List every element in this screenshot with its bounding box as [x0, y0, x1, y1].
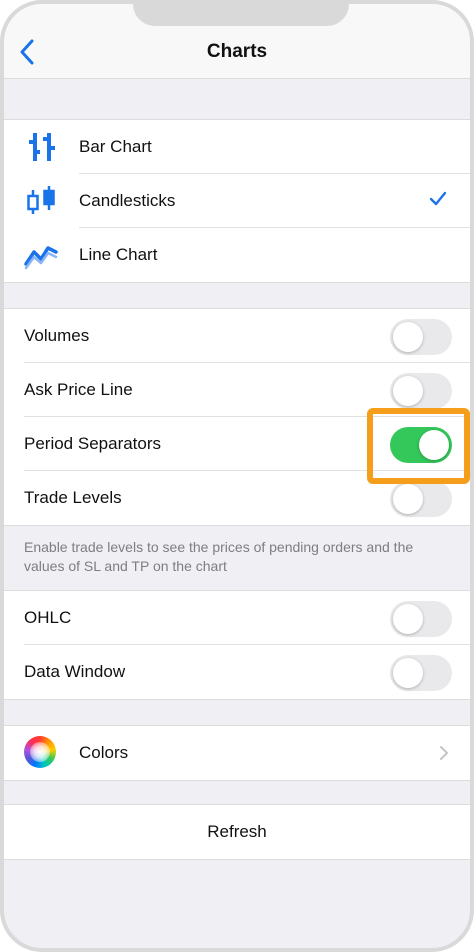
ohlc-toggle[interactable]: [390, 601, 452, 637]
refresh-group: Refresh: [4, 804, 470, 860]
highlight-box: [367, 408, 470, 484]
toggle-knob: [393, 322, 423, 352]
bar-chart-icon: [29, 133, 55, 161]
setting-label: Ask Price Line: [24, 380, 133, 399]
setting-label: Period Separators: [24, 434, 162, 453]
setting-label: Trade Levels: [24, 488, 122, 507]
colors-label: Colors: [79, 743, 129, 762]
colors-row[interactable]: Colors: [4, 726, 470, 780]
colors-group: Colors: [4, 725, 470, 781]
setting-label: Volumes: [24, 326, 90, 345]
refresh-button[interactable]: Refresh: [4, 805, 470, 859]
chart-type-label: Bar Chart: [79, 137, 152, 156]
setting-label: Data Window: [24, 662, 126, 681]
settings-footnote: Enable trade levels to see the prices of…: [24, 539, 414, 574]
toggle-knob: [393, 604, 423, 634]
candlestick-icon: [27, 186, 55, 214]
trade-levels-toggle[interactable]: [390, 481, 452, 517]
chart-type-candlesticks[interactable]: Candlesticks: [4, 174, 470, 228]
page-title: Charts: [206, 41, 268, 62]
toggle-knob: [393, 484, 423, 514]
setting-data-window: Data Window: [4, 645, 470, 699]
phone-frame: Charts Bar Chart Candlesticks Line Chart…: [0, 0, 474, 952]
chart-type-bar[interactable]: Bar Chart: [4, 120, 470, 174]
ask-price-line-toggle[interactable]: [390, 373, 452, 409]
line-chart-icon: [24, 246, 58, 270]
toggle-knob: [393, 658, 423, 688]
device-notch: [133, 4, 349, 26]
chart-type-line[interactable]: Line Chart: [4, 228, 470, 282]
setting-volumes: Volumes: [4, 309, 470, 363]
setting-label: OHLC: [24, 608, 72, 627]
data-window-toggle[interactable]: [390, 655, 452, 691]
chart-type-label: Line Chart: [79, 245, 158, 264]
refresh-label: Refresh: [207, 822, 267, 841]
chart-type-label: Candlesticks: [79, 191, 176, 210]
volumes-toggle[interactable]: [390, 319, 452, 355]
setting-ohlc: OHLC: [4, 591, 470, 645]
toggle-knob: [393, 376, 423, 406]
extra-settings-list: OHLC Data Window: [4, 590, 470, 700]
chart-type-list: Bar Chart Candlesticks Line Chart: [4, 119, 470, 283]
checkmark-icon: [429, 191, 447, 206]
color-wheel-icon: [24, 736, 56, 768]
chevron-right-icon: [440, 746, 448, 760]
